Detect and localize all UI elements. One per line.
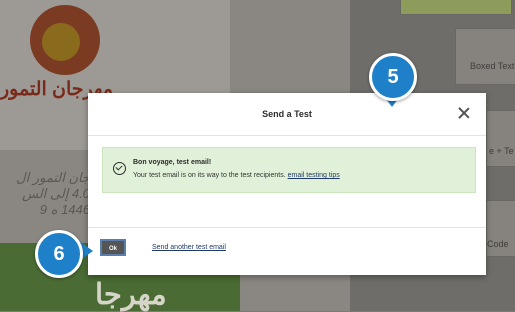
step-6-badge: 6: [35, 230, 83, 278]
background-image-block: [400, 0, 512, 15]
dialog-title: Send a Test: [262, 109, 312, 119]
email-testing-tips-link[interactable]: email testing tips: [288, 172, 340, 179]
background-green-banner-text: مهرجا: [95, 279, 167, 311]
dialog-header: Send a Test: [88, 93, 486, 136]
block-label: Boxed Text: [470, 61, 515, 71]
step-5-badge: 5: [369, 53, 417, 101]
background-text-block: e + Te: [486, 110, 515, 167]
dates-logo-icon: [30, 5, 100, 75]
close-icon[interactable]: [456, 105, 472, 121]
background-arabic-text: جان التمور ال 4.0 إلى الس 1446 ه 9: [0, 170, 90, 218]
background-boxed-text-block: Boxed Text: [455, 28, 515, 85]
background-arabic-line: جان التمور ال: [16, 170, 90, 185]
block-label: e + Te: [489, 146, 514, 156]
ok-button[interactable]: Ok: [100, 239, 126, 256]
success-message: Your test email is on its way to the tes…: [133, 172, 340, 179]
send-test-dialog: Send a Test Bon voyage, test email! Your…: [88, 93, 486, 275]
background-arabic-line: 4.0 إلى الس: [22, 186, 90, 201]
success-title: Bon voyage, test email!: [133, 159, 212, 166]
success-message-text: Your test email is on its way to the tes…: [133, 172, 288, 179]
dialog-footer-divider: [88, 227, 486, 228]
block-label: Code: [487, 239, 509, 249]
background-code-block: Code: [486, 200, 515, 257]
success-banner: Bon voyage, test email! Your test email …: [102, 147, 476, 193]
send-another-test-email-link[interactable]: Send another test email: [152, 244, 226, 251]
background-arabic-line: 1446 ه 9: [39, 202, 90, 217]
check-circle-icon: [113, 162, 126, 175]
